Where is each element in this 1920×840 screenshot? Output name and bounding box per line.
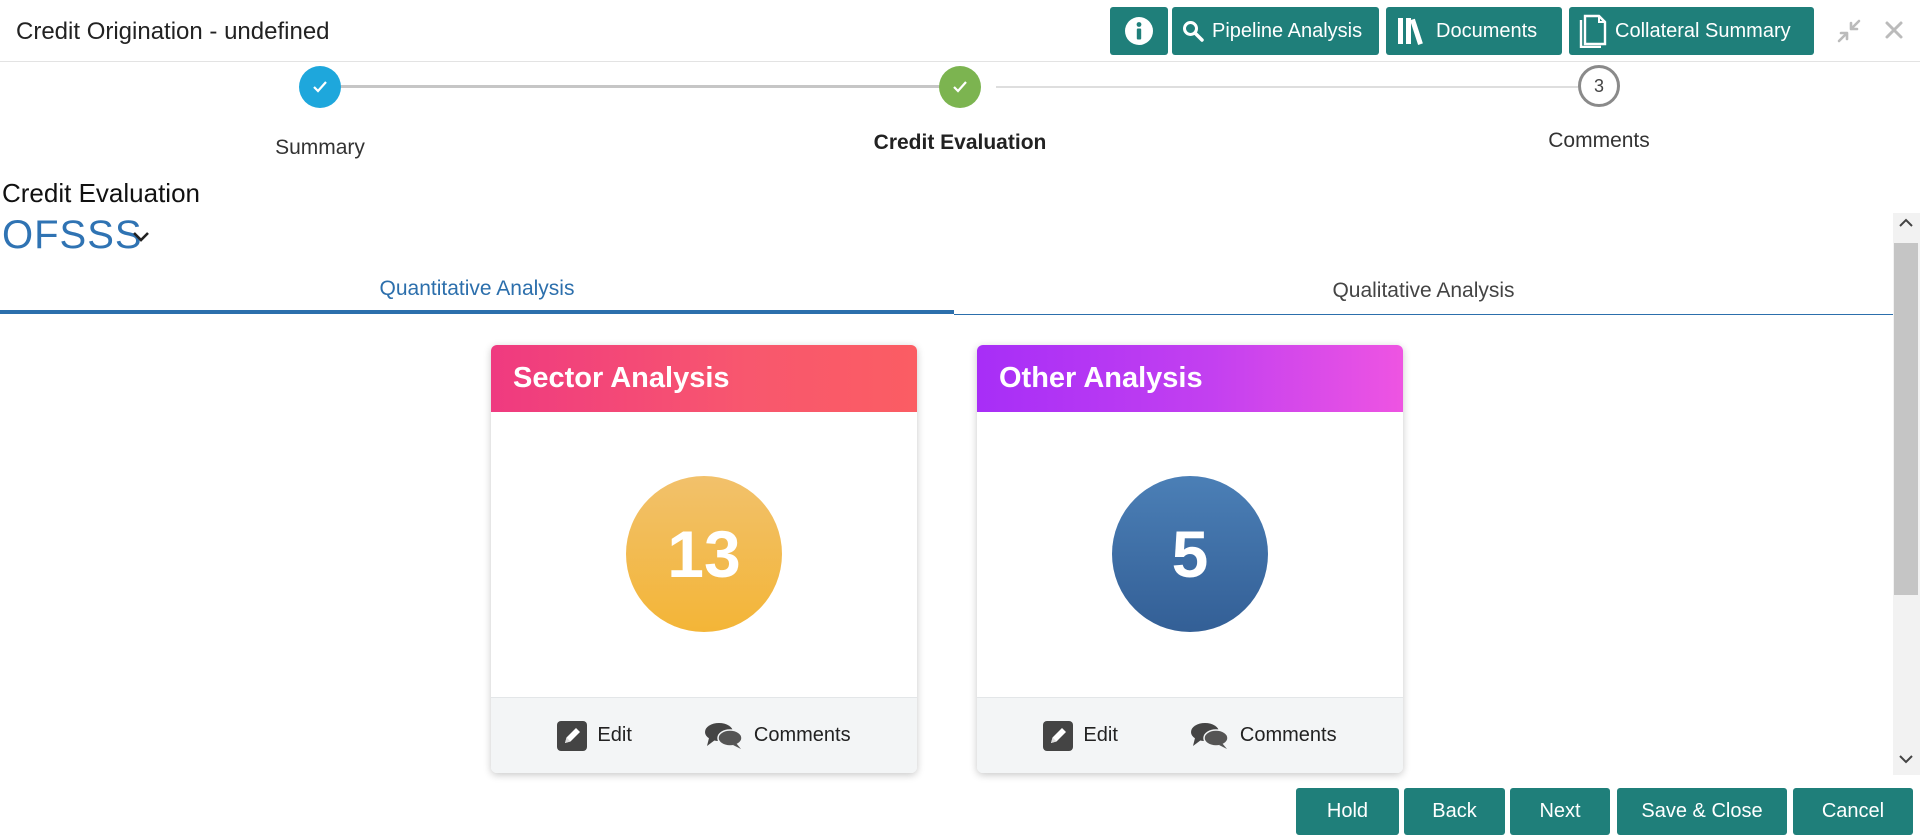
collateral-summary-label: Collateral Summary — [1615, 19, 1791, 42]
next-button[interactable]: Next — [1510, 788, 1610, 835]
comments-button[interactable]: Comments — [1190, 721, 1337, 751]
back-button[interactable]: Back — [1404, 788, 1505, 835]
pipeline-analysis-button[interactable]: Pipeline Analysis — [1172, 7, 1379, 55]
card-title: Sector Analysis — [491, 345, 917, 412]
save-and-close-button[interactable]: Save & Close — [1617, 788, 1787, 835]
card-footer: Edit Comments — [491, 697, 917, 773]
check-icon — [953, 81, 967, 93]
pencil-icon — [1043, 720, 1074, 751]
section-title: Credit Evaluation — [2, 178, 200, 208]
app-title: Credit Origination - undefined — [16, 18, 330, 45]
step-summary-circle[interactable] — [299, 66, 341, 108]
card-body: 13 — [491, 412, 917, 697]
cancel-button[interactable]: Cancel — [1793, 788, 1913, 835]
tab-quantitative-analysis[interactable]: Quantitative Analysis — [0, 268, 954, 314]
edit-button[interactable]: Edit — [557, 720, 632, 751]
comments-button[interactable]: Comments — [704, 721, 851, 751]
collateral-summary-button[interactable]: Collateral Summary — [1569, 7, 1814, 55]
pencil-icon — [557, 720, 588, 751]
chat-bubbles-icon — [704, 722, 743, 749]
edit-button[interactable]: Edit — [1043, 720, 1118, 751]
info-button[interactable] — [1110, 7, 1168, 55]
analysis-tabs: Quantitative Analysis Qualitative Analys… — [0, 268, 1893, 316]
minimize-icon[interactable] — [1836, 18, 1862, 51]
card-footer: Edit Comments — [977, 697, 1403, 773]
tab-qualitative-analysis[interactable]: Qualitative Analysis — [954, 268, 1893, 315]
scrollbar-thumb[interactable] — [1894, 243, 1918, 595]
sector-analysis-card: Sector Analysis 13 Edit Comments — [491, 345, 917, 773]
check-icon — [313, 81, 327, 93]
search-icon — [1183, 21, 1204, 42]
count-badge[interactable]: 13 — [626, 476, 782, 632]
info-icon — [1125, 17, 1153, 45]
documents-button[interactable]: Documents — [1386, 7, 1562, 55]
chevron-down-icon[interactable] — [1897, 752, 1915, 771]
document-icon — [1579, 14, 1607, 48]
progress-stepper: 3 Summary Credit Evaluation Comments — [0, 62, 1920, 162]
hold-button[interactable]: Hold — [1296, 788, 1399, 835]
entity-name: OFSSS — [2, 213, 143, 257]
step-credit-evaluation-circle[interactable] — [939, 66, 981, 108]
count-badge[interactable]: 5 — [1112, 476, 1268, 632]
step-label-credit-evaluation[interactable]: Credit Evaluation — [874, 131, 1047, 155]
books-icon — [1398, 18, 1423, 45]
card-title: Other Analysis — [977, 345, 1403, 412]
documents-label: Documents — [1436, 19, 1538, 42]
other-analysis-card: Other Analysis 5 Edit Comments — [977, 345, 1403, 773]
chat-bubbles-icon — [1190, 722, 1229, 749]
step-connector — [996, 86, 1578, 88]
chevron-up-icon[interactable] — [1897, 216, 1915, 235]
edit-label: Edit — [1083, 724, 1118, 746]
step-comments-circle[interactable]: 3 — [1578, 65, 1620, 107]
pipeline-analysis-label: Pipeline Analysis — [1212, 19, 1363, 42]
comments-label: Comments — [1239, 724, 1337, 746]
comments-label: Comments — [753, 724, 851, 746]
close-icon[interactable] — [1883, 14, 1905, 48]
header-bar: Credit Origination - undefined Pipeline … — [0, 0, 1920, 62]
step-connector — [340, 85, 940, 88]
chevron-down-icon[interactable] — [132, 230, 150, 248]
card-body: 5 — [977, 412, 1403, 697]
step-label-comments[interactable]: Comments — [1548, 129, 1650, 153]
step-label-summary[interactable]: Summary — [275, 136, 365, 160]
edit-label: Edit — [597, 724, 632, 746]
